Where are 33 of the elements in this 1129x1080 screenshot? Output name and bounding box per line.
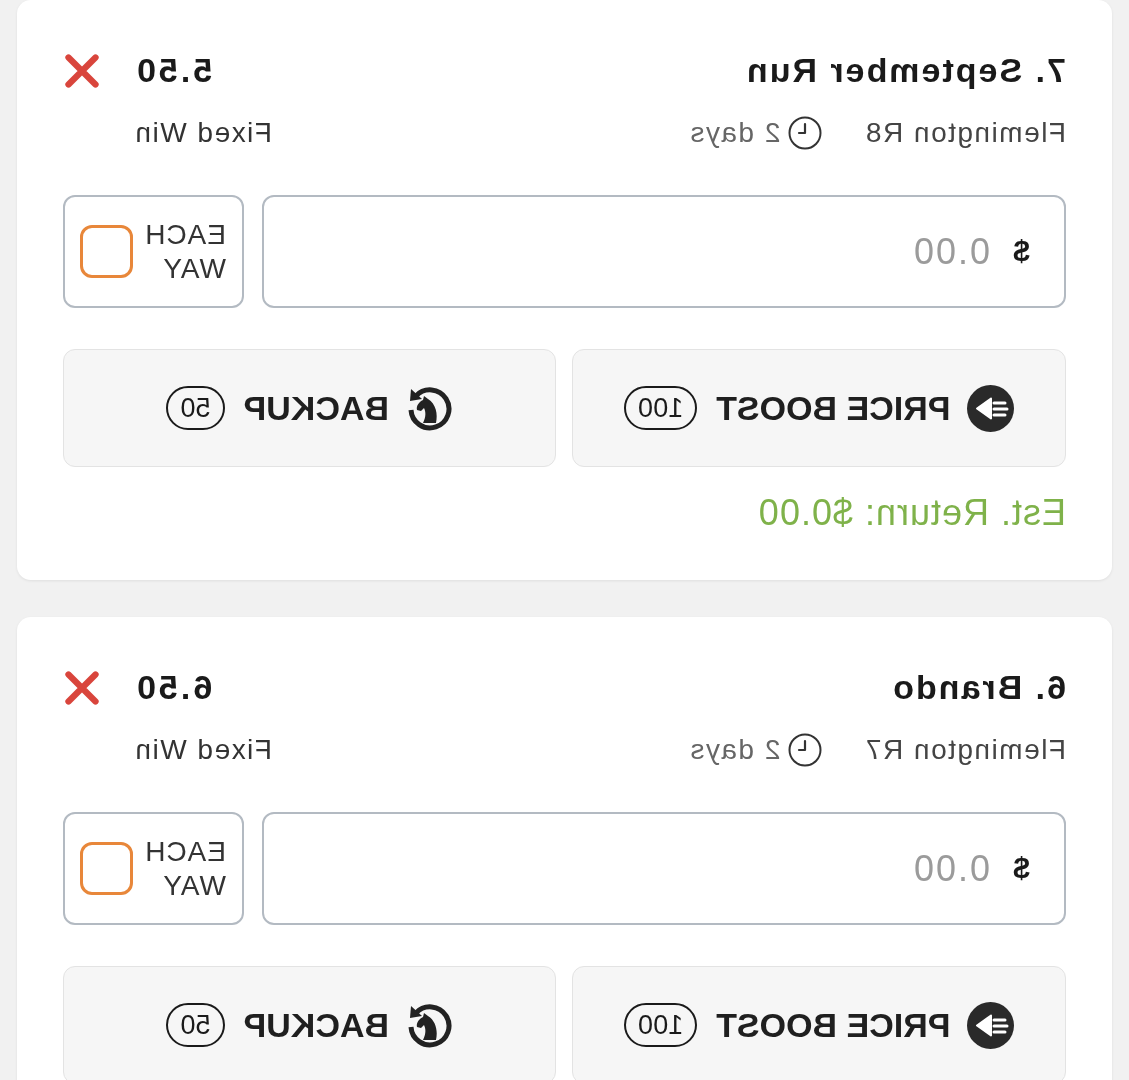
race-venue: Flemington R8 (864, 116, 1066, 150)
horse-refresh-icon (406, 384, 453, 432)
each-way-toggle[interactable]: EACH WAY (63, 812, 244, 925)
time-to-start: 2 days (688, 116, 781, 150)
each-way-toggle[interactable]: EACH WAY (63, 195, 244, 308)
selection-name: 6. Brando (890, 667, 1066, 707)
checkbox[interactable] (80, 842, 133, 895)
clock-icon (788, 116, 823, 150)
race-venue: Flemington R7 (864, 733, 1066, 767)
cost-badge: 50 (166, 386, 225, 430)
odds-price: 6.50 (134, 667, 213, 707)
bet-type: Fixed Win (134, 733, 272, 767)
backup-button[interactable]: 50 BACKUP (63, 349, 557, 467)
boost-icon (967, 384, 1015, 432)
backup-button[interactable]: 50 BACKUP (63, 966, 557, 1080)
currency-symbol: $ (1013, 233, 1030, 269)
time-to-start: 2 days (688, 733, 781, 767)
cost-badge: 50 (166, 1003, 225, 1047)
currency-symbol: $ (1013, 850, 1030, 886)
close-icon[interactable] (63, 670, 101, 706)
checkbox[interactable] (80, 225, 133, 278)
price-boost-button[interactable]: 100 PRICE BOOST (572, 966, 1066, 1080)
boost-icon (967, 1001, 1015, 1049)
selection-name: 7. September Run (743, 50, 1066, 90)
cost-badge: 100 (624, 1003, 698, 1047)
odds-price: 5.50 (134, 50, 213, 90)
price-boost-button[interactable]: 100 PRICE BOOST (572, 349, 1066, 467)
cost-badge: 100 (624, 386, 698, 430)
horse-refresh-icon (406, 1001, 453, 1049)
close-icon[interactable] (63, 53, 101, 89)
estimated-return: Est. Return: $0.00 (756, 495, 1066, 531)
bet-type: Fixed Win (134, 116, 272, 150)
clock-icon (788, 733, 823, 767)
